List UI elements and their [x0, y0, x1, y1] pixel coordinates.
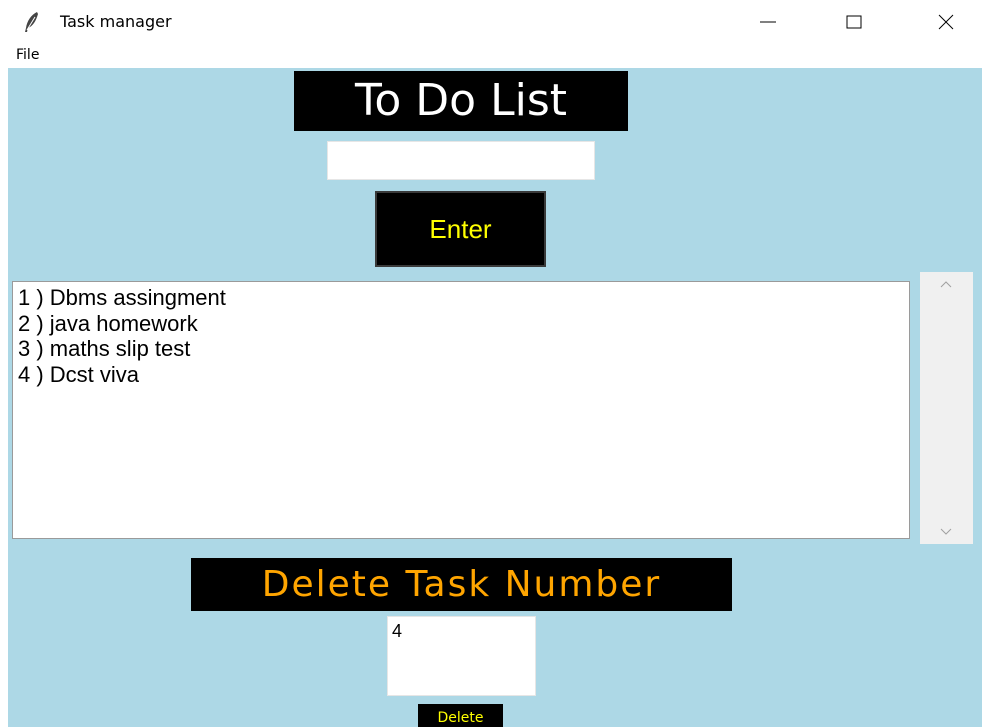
- chevron-down-icon: [940, 528, 952, 535]
- scroll-down-button[interactable]: [920, 520, 973, 544]
- enter-button[interactable]: Enter: [375, 191, 546, 267]
- list-item[interactable]: 1 ) Dbms assingment: [18, 285, 904, 311]
- task-listbox[interactable]: 1 ) Dbms assingment 2 ) java homework 3 …: [12, 281, 910, 539]
- list-item[interactable]: 4 ) Dcst viva: [18, 362, 904, 388]
- app-window: Task manager File To Do List Enter 1 ) D…: [0, 0, 982, 727]
- minimize-button[interactable]: [740, 0, 796, 44]
- page-title: To Do List: [294, 71, 628, 131]
- minimize-icon: [760, 21, 776, 23]
- delete-task-number-label: Delete Task Number: [191, 558, 732, 611]
- maximize-button[interactable]: [826, 0, 882, 44]
- title-bar: Task manager: [0, 0, 982, 44]
- menu-bar: File: [0, 44, 982, 68]
- scroll-up-button[interactable]: [920, 272, 973, 296]
- close-icon: [938, 14, 954, 30]
- maximize-icon: [846, 15, 862, 29]
- task-input[interactable]: [327, 141, 595, 180]
- window-title: Task manager: [60, 12, 172, 31]
- delete-button[interactable]: Delete: [418, 704, 503, 727]
- task-list-scrollbar[interactable]: [920, 272, 973, 544]
- menu-file[interactable]: File: [16, 47, 39, 63]
- chevron-up-icon: [940, 281, 952, 288]
- list-item[interactable]: 3 ) maths slip test: [18, 336, 904, 362]
- delete-task-number-input[interactable]: 4: [387, 616, 536, 696]
- close-button[interactable]: [918, 0, 974, 44]
- feather-icon: [22, 11, 42, 33]
- list-item[interactable]: 2 ) java homework: [18, 311, 904, 337]
